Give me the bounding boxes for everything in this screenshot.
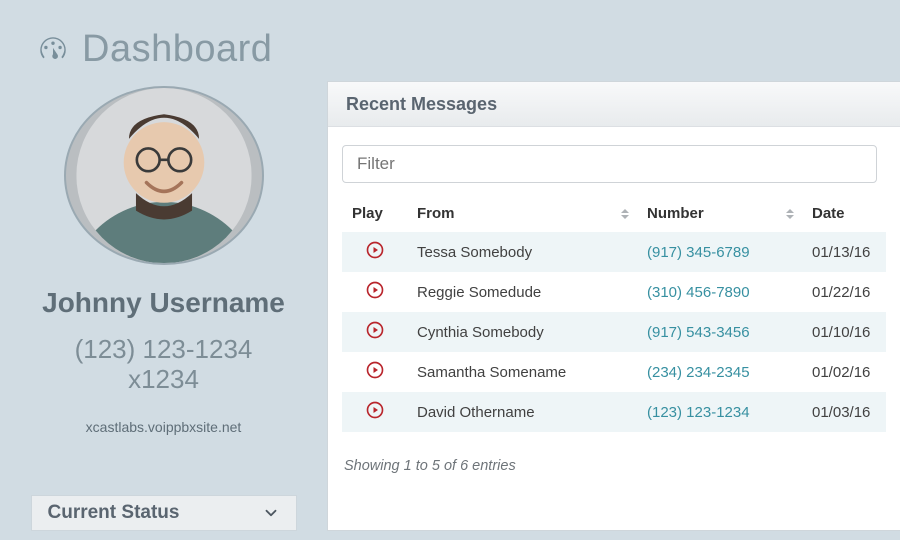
- avatar: [64, 86, 264, 265]
- play-icon[interactable]: [366, 241, 384, 259]
- number-link[interactable]: (234) 234-2345: [647, 364, 750, 381]
- user-name: Johnny Username: [42, 287, 285, 319]
- table-row: Tessa Somebody (917) 345-6789 01/13/16: [342, 232, 886, 272]
- from-cell: Tessa Somebody: [407, 232, 637, 272]
- table-row: Reggie Somedude (310) 456-7890 01/22/16: [342, 272, 886, 312]
- dashboard-gauge-icon: [36, 33, 70, 67]
- sort-icon: [621, 209, 629, 213]
- table-row: David Othername (123) 123-1234 01/03/16: [342, 392, 886, 432]
- user-extension: x1234: [128, 365, 199, 395]
- from-cell: Samantha Somename: [407, 352, 637, 392]
- play-icon[interactable]: [366, 401, 384, 419]
- col-date[interactable]: Date: [802, 197, 886, 232]
- from-cell: David Othername: [407, 392, 637, 432]
- current-status-label: Current Status: [48, 502, 180, 524]
- from-cell: Reggie Somedude: [407, 272, 637, 312]
- showing-text: Showing 1 to 5 of 6 entries: [344, 458, 886, 474]
- table-row: Cynthia Somebody (917) 543-3456 01/10/16: [342, 312, 886, 352]
- col-number[interactable]: Number: [637, 197, 802, 232]
- profile-sidebar: Johnny Username (123) 123-1234 x1234 xca…: [0, 81, 327, 531]
- page-title: Dashboard: [82, 28, 272, 71]
- col-number-label: Number: [647, 205, 704, 222]
- chevron-down-icon: [262, 504, 280, 522]
- number-link[interactable]: (917) 543-3456: [647, 324, 750, 341]
- play-icon[interactable]: [366, 281, 384, 299]
- date-cell: 01/02/16: [802, 352, 886, 392]
- col-play[interactable]: Play: [342, 197, 407, 232]
- page-header: Dashboard: [0, 0, 900, 81]
- user-domain: xcastlabs.voippbxsite.net: [86, 419, 242, 435]
- col-from[interactable]: From: [407, 197, 637, 232]
- sort-icon: [786, 209, 794, 213]
- panel-header: Recent Messages: [328, 82, 900, 127]
- date-cell: 01/22/16: [802, 272, 886, 312]
- panel-title: Recent Messages: [346, 94, 497, 115]
- date-cell: 01/03/16: [802, 392, 886, 432]
- number-link[interactable]: (123) 123-1234: [647, 404, 750, 421]
- col-from-label: From: [417, 205, 455, 222]
- play-icon[interactable]: [366, 321, 384, 339]
- date-cell: 01/10/16: [802, 312, 886, 352]
- user-phone: (123) 123-1234: [75, 335, 253, 365]
- play-icon[interactable]: [366, 361, 384, 379]
- current-status-dropdown[interactable]: Current Status: [31, 495, 297, 531]
- date-cell: 01/13/16: [802, 232, 886, 272]
- recent-messages-panel: Recent Messages Play From Number: [327, 81, 900, 531]
- number-link[interactable]: (917) 345-6789: [647, 244, 750, 261]
- filter-input[interactable]: [342, 145, 877, 183]
- from-cell: Cynthia Somebody: [407, 312, 637, 352]
- number-link[interactable]: (310) 456-7890: [647, 284, 750, 301]
- messages-table: Play From Number Date Tessa Somebody (917…: [342, 197, 886, 432]
- table-row: Samantha Somename (234) 234-2345 01/02/16: [342, 352, 886, 392]
